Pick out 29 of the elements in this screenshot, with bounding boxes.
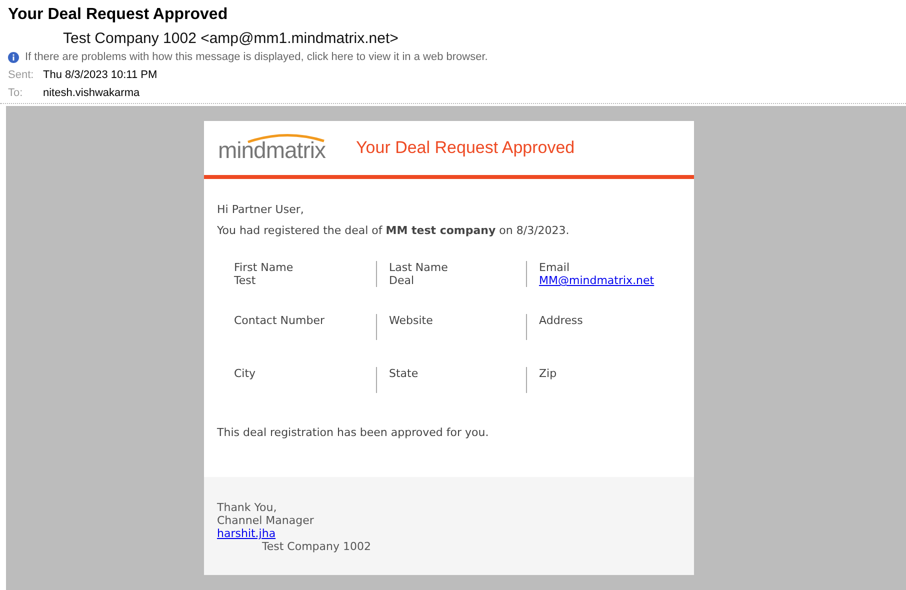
field-label: State bbox=[389, 367, 420, 380]
sent-date: Thu 8/3/2023 10:11 PM bbox=[43, 69, 158, 81]
field-label: Zip bbox=[539, 367, 558, 380]
field-label: Website bbox=[389, 314, 434, 327]
field-label: First Name bbox=[234, 261, 294, 274]
sent-label: Sent: bbox=[8, 69, 35, 81]
field-label: Last Name bbox=[389, 261, 449, 274]
message-subject: Your Deal Request Approved bbox=[8, 6, 229, 24]
sender-role: Channel Manager bbox=[217, 514, 315, 527]
logo: mindmatrix bbox=[218, 132, 326, 164]
field-value: Test bbox=[234, 274, 257, 287]
greeting: Hi Partner User, bbox=[217, 203, 305, 216]
field-value: Deal bbox=[389, 274, 416, 287]
info-bar-text[interactable]: If there are problems with how this message is displayed, click here to view it in a web browser. bbox=[25, 51, 488, 63]
email-title: Your Deal Request Approved bbox=[356, 138, 575, 158]
intro-text: You had registered the deal of MM test company on 8/3/2023. bbox=[217, 224, 570, 237]
signature-email-link[interactable]: harshit.jha bbox=[217, 527, 681, 540]
field-label: Address bbox=[539, 314, 584, 327]
to-label: To: bbox=[8, 87, 24, 99]
recipient: nitesh.vishwakarma bbox=[43, 87, 140, 99]
field-label: Contact Number bbox=[234, 314, 326, 327]
email-link[interactable]: MM@mindmatrix.net bbox=[539, 274, 676, 287]
info-icon bbox=[8, 52, 19, 62]
company-name: Test Company 1002 bbox=[261, 540, 372, 553]
closing-text: Thank You, bbox=[217, 501, 278, 514]
field-label: Email bbox=[539, 261, 571, 274]
field-label: City bbox=[234, 367, 257, 380]
approval-text: This deal registration has been approved for you. bbox=[217, 426, 490, 439]
sender-address: Test Company 1002 <amp@mm1.mindmatrix.net> bbox=[63, 30, 400, 47]
